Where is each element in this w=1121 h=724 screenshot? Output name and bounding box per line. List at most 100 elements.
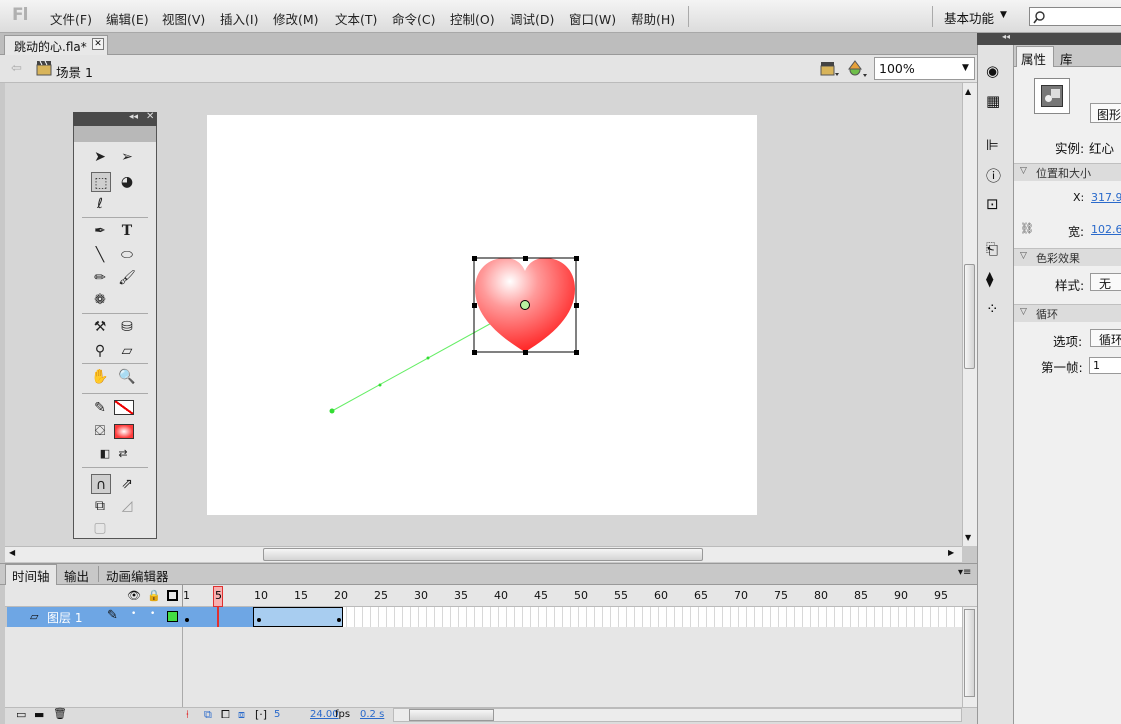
menu-window[interactable]: 窗口(W): [569, 9, 616, 28]
deco-tool-icon[interactable]: ❁: [90, 290, 110, 310]
new-layer-icon[interactable]: ▭: [16, 708, 26, 721]
menu-edit[interactable]: 编辑(E): [106, 9, 149, 28]
scroll-right-icon[interactable]: ▶: [948, 548, 954, 557]
scroll-up-icon[interactable]: ▲: [965, 87, 971, 96]
eraser-tool-icon[interactable]: ▱: [117, 341, 137, 361]
layer-name[interactable]: 图层 1: [47, 609, 82, 626]
menu-commands[interactable]: 命令(C): [392, 9, 435, 28]
color-panel-icon[interactable]: ◉: [986, 62, 999, 80]
outline-icon[interactable]: [167, 590, 178, 601]
outline-color-swatch[interactable]: [167, 611, 178, 622]
chevron-down-icon[interactable]: ▼: [1000, 10, 1007, 20]
snap-magnet-icon[interactable]: ∩: [91, 474, 111, 494]
zoom-tool-icon[interactable]: 🔍: [117, 367, 137, 387]
edit-multiple-icon[interactable]: ⧈: [238, 708, 245, 722]
symbol-type-select[interactable]: 图形: [1090, 103, 1121, 123]
width-value[interactable]: 102.65: [1091, 223, 1121, 236]
new-folder-icon[interactable]: ▬: [34, 708, 44, 721]
lock-icon[interactable]: 🔒: [147, 589, 161, 602]
straighten-icon[interactable]: ⧉: [90, 496, 110, 516]
menu-file[interactable]: 文件(F): [50, 9, 92, 28]
keyframe[interactable]: [185, 618, 189, 622]
search-input[interactable]: [1029, 7, 1121, 26]
scroll-left-icon[interactable]: ◀: [9, 548, 15, 557]
lasso-tool-icon[interactable]: ℓ: [90, 194, 110, 214]
expand-icon[interactable]: ◂◂: [1002, 32, 1010, 41]
horizontal-scroll-thumb[interactable]: [263, 548, 703, 561]
menu-control[interactable]: 控制(O): [450, 9, 495, 28]
transform-point[interactable]: [520, 300, 530, 310]
free-transform-tool-icon[interactable]: ⬚: [91, 172, 111, 192]
3d-rotation-tool-icon[interactable]: ◕: [117, 172, 137, 192]
center-frame-icon[interactable]: ⍿: [186, 708, 189, 722]
tab-timeline[interactable]: 时间轴: [12, 566, 50, 585]
visibility-dot[interactable]: •: [131, 609, 136, 619]
components-icon[interactable]: ⧫: [986, 270, 993, 288]
transform-icon[interactable]: ⊡: [986, 195, 999, 213]
swap-colors-icon[interactable]: ⇄: [113, 444, 133, 464]
tween-span-2[interactable]: [253, 607, 343, 627]
zoom-select[interactable]: 100% ▼: [874, 57, 975, 80]
selection-tool-icon[interactable]: ➤: [90, 147, 110, 167]
tab-library[interactable]: 库: [1060, 49, 1073, 68]
black-white-icon[interactable]: ◧: [95, 444, 115, 464]
strip-titlebar[interactable]: ◂◂: [977, 32, 1014, 45]
subselection-tool-icon[interactable]: ➢: [117, 147, 137, 167]
timeline-scroll-thumb[interactable]: [964, 609, 975, 697]
edit-symbols-icon[interactable]: [847, 59, 869, 79]
text-tool-icon[interactable]: T: [117, 221, 137, 241]
line-tool-icon[interactable]: ╲: [90, 245, 110, 265]
vertical-scroll-thumb[interactable]: [964, 264, 975, 369]
code-snippets-icon[interactable]: ⎗: [986, 240, 998, 258]
chevron-down-icon[interactable]: ▽: [1020, 166, 1027, 176]
bone-tool-icon[interactable]: ⚒: [90, 317, 110, 337]
menu-help[interactable]: 帮助(H): [631, 9, 675, 28]
menu-text[interactable]: 文本(T): [335, 9, 377, 28]
paint-bucket-tool-icon[interactable]: ⛁: [117, 317, 137, 337]
brush-tool-icon[interactable]: 🖌: [117, 268, 137, 288]
fill-color-icon[interactable]: ⛋: [90, 421, 110, 441]
tools-panel-titlebar[interactable]: ◂◂ ✕: [73, 111, 157, 126]
tab-output[interactable]: 输出: [64, 566, 89, 585]
close-icon[interactable]: ✕: [146, 111, 154, 122]
first-frame-input[interactable]: 1: [1089, 357, 1121, 374]
section-position-size[interactable]: 位置和大小: [1014, 163, 1121, 181]
eyedropper-tool-icon[interactable]: ⚲: [90, 341, 110, 361]
keyframe[interactable]: [257, 618, 261, 622]
workspace-switcher[interactable]: 基本功能: [944, 8, 994, 27]
fill-color-swatch[interactable]: [114, 424, 134, 439]
stroke-color-swatch[interactable]: [114, 400, 134, 415]
section-loop[interactable]: 循环: [1014, 304, 1121, 322]
align-icon[interactable]: ⊫: [986, 136, 999, 154]
back-arrow-icon[interactable]: ⇦: [11, 61, 22, 76]
menu-insert[interactable]: 插入(I): [220, 9, 258, 28]
onion-skin-icon[interactable]: ⧉: [204, 708, 212, 722]
stroke-color-icon[interactable]: ✎: [90, 398, 110, 418]
eye-icon[interactable]: 👁: [127, 589, 141, 602]
current-frame[interactable]: 5: [274, 709, 280, 720]
elapsed-time[interactable]: 0.2 s: [360, 709, 384, 720]
oval-tool-icon[interactable]: ⬭: [117, 245, 137, 265]
info-icon[interactable]: ⓘ: [986, 165, 1001, 186]
tools-panel-grip[interactable]: [74, 126, 156, 142]
modify-markers-icon[interactable]: [·]: [255, 708, 267, 721]
edit-scene-icon[interactable]: [820, 60, 840, 78]
motion-presets-icon[interactable]: ⁘: [986, 300, 999, 318]
tab-motion-editor[interactable]: 动画编辑器: [106, 566, 169, 585]
pen-tool-icon[interactable]: ✒: [90, 221, 110, 241]
rotate-skew-icon[interactable]: ◿: [117, 496, 137, 516]
smooth-icon[interactable]: ⇗: [117, 474, 137, 494]
pencil-tool-icon[interactable]: ✏: [90, 268, 110, 288]
section-color-effect[interactable]: 色彩效果: [1014, 248, 1121, 266]
close-icon[interactable]: ✕: [92, 38, 104, 50]
swatches-icon[interactable]: ▦: [986, 92, 1000, 110]
collapse-icon[interactable]: ◂◂: [129, 112, 138, 122]
trash-icon[interactable]: 🗑: [53, 707, 67, 720]
lock-dot[interactable]: •: [150, 609, 155, 619]
tab-properties[interactable]: 属性: [1021, 49, 1046, 68]
scroll-down-icon[interactable]: ▼: [965, 533, 971, 542]
timeline-hscroll-thumb[interactable]: [409, 709, 494, 721]
keyframe[interactable]: [337, 618, 341, 622]
chevron-down-icon[interactable]: ▽: [1020, 251, 1027, 261]
onion-outline-icon[interactable]: ⧠: [221, 708, 230, 722]
